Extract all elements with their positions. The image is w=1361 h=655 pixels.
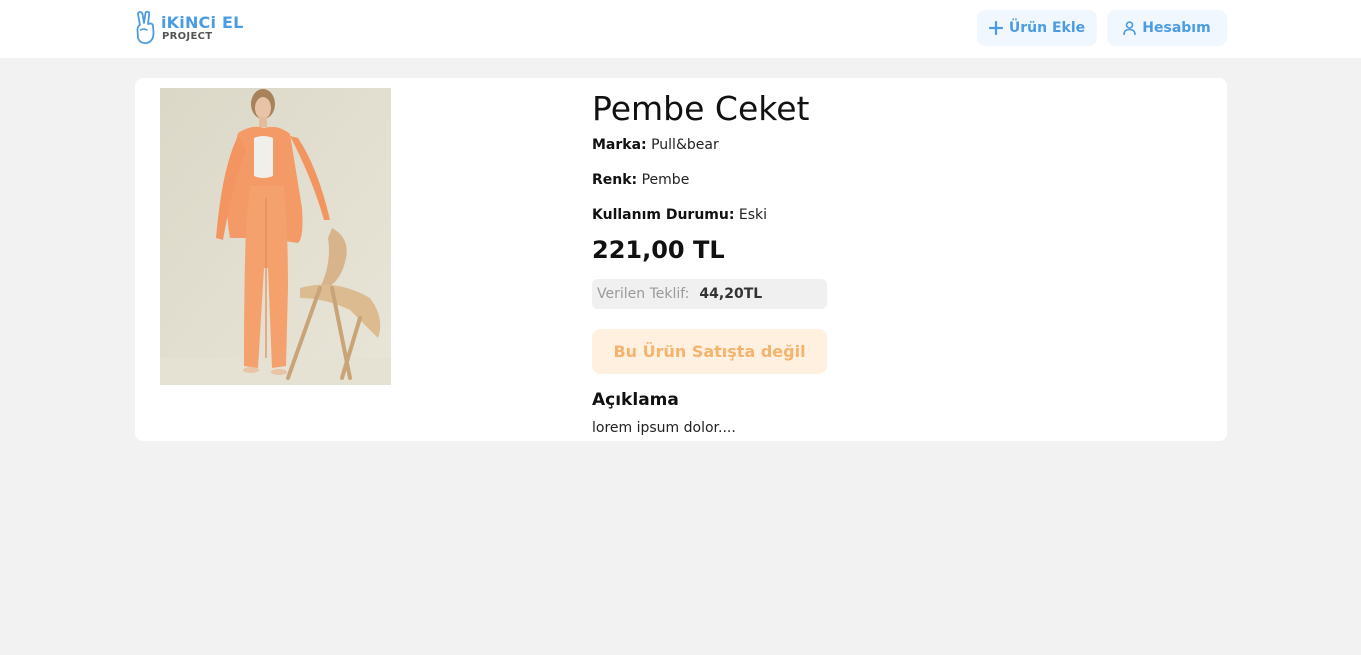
not-for-sale-button[interactable]: Bu Ürün Satışta değil [592, 329, 827, 374]
account-button[interactable]: Hesabım [1107, 10, 1227, 46]
offer-value: 44,20TL [699, 286, 763, 302]
account-label: Hesabım [1142, 20, 1211, 36]
product-card: Pembe Ceket Marka: Pull&bear Renk: Pembe… [135, 78, 1227, 441]
product-color: Renk: Pembe [592, 172, 689, 188]
brand-value: Pull&bear [651, 137, 719, 153]
plus-icon [988, 21, 1003, 35]
logo-title: iKiNCi EL [161, 12, 244, 32]
add-product-label: Ürün Ekle [1008, 20, 1086, 36]
product-image[interactable] [160, 88, 391, 385]
product-title: Pembe Ceket [592, 89, 810, 128]
product-price: 221,00 TL [592, 236, 725, 264]
user-icon [1123, 21, 1137, 35]
condition-value: Eski [738, 207, 768, 223]
offer-label: Verilen Teklif: [597, 286, 690, 302]
product-condition: Kullanım Durumu: Eski [592, 207, 767, 223]
offer-box: Verilen Teklif: 44,20TL [592, 279, 827, 309]
condition-label: Kullanım Durumu: [592, 207, 735, 223]
hand-peace-icon [136, 11, 155, 45]
color-label: Renk: [592, 172, 638, 188]
product-brand: Marka: Pull&bear [592, 137, 719, 153]
brand-label: Marka: [592, 137, 647, 153]
logo-subtitle: PROJECT [162, 30, 213, 42]
add-product-button[interactable]: Ürün Ekle [977, 10, 1097, 46]
description-text: lorem ipsum dolor.... [592, 420, 736, 436]
color-value: Pembe [641, 172, 690, 188]
top-header: iKiNCi EL PROJECT Ürün Ekle Hesabım [0, 0, 1361, 58]
description-title: Açıklama [592, 390, 679, 410]
logo[interactable]: iKiNCi EL PROJECT [135, 10, 243, 46]
